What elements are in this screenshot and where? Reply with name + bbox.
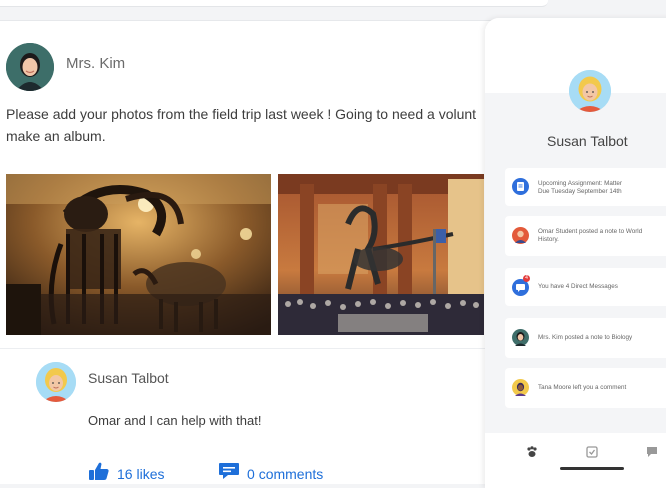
comment-button[interactable]: 0 comments — [218, 461, 323, 486]
student-avatar-icon — [512, 379, 529, 396]
comments-label: 0 comments — [247, 466, 323, 482]
feed-post-card: Mrs. Kim Please add your photos from the… — [0, 20, 520, 484]
mrs-kim-avatar[interactable] — [6, 43, 54, 91]
teacher-avatar-icon — [512, 329, 529, 346]
notification-biology[interactable]: Mrs. Kim posted a note to Biology — [505, 318, 666, 358]
paw-icon[interactable] — [525, 445, 541, 459]
thumbs-up-icon — [88, 461, 110, 486]
likes-label: 16 likes — [117, 466, 164, 482]
mammoth-skeleton-photo[interactable] — [6, 174, 271, 335]
profile-name: Susan Talbot — [547, 133, 628, 149]
assignment-icon — [512, 178, 529, 195]
profile-avatar[interactable] — [569, 70, 611, 112]
notification-line1: Omar Student posted a note to World — [538, 228, 643, 235]
notification-line2: Due Tuesday September 14th — [538, 188, 622, 195]
museum-hall-photo[interactable] — [278, 174, 484, 335]
home-indicator — [560, 467, 624, 470]
checklist-icon[interactable] — [585, 445, 601, 459]
notification-line2: History. — [538, 236, 559, 243]
notification-direct-messages[interactable]: 4 You have 4 Direct Messages — [505, 268, 666, 306]
notification-comment[interactable]: Tana Moore left you a comment — [505, 368, 666, 408]
post-author-name[interactable]: Mrs. Kim — [66, 55, 125, 72]
comments-word: comments — [258, 465, 324, 482]
notification-text: Mrs. Kim posted a note to Biology — [538, 334, 633, 341]
previous-card-edge — [0, 0, 548, 7]
like-button[interactable]: 16 likes — [88, 461, 164, 486]
reply-author-name[interactable]: Susan Talbot — [88, 370, 169, 386]
notification-text: Upcoming Assignment: Matter Due Tuesday S… — [538, 180, 666, 196]
notification-text: Tana Moore left you a comment — [538, 384, 627, 391]
comment-bubble-icon — [218, 461, 240, 486]
comments-count: 0 — [247, 465, 255, 482]
notification-assignment[interactable]: Upcoming Assignment: Matter Due Tuesday S… — [505, 168, 666, 206]
post-divider — [0, 348, 520, 349]
susan-talbot-avatar[interactable] — [36, 362, 76, 402]
notification-text: Omar Student posted a note to World Histo… — [538, 228, 666, 244]
notification-world-history[interactable]: Omar Student posted a note to World Histo… — [505, 216, 666, 256]
student-avatar-icon — [512, 227, 529, 244]
phone-preview-panel: Susan Talbot Upcoming Assignment: Matter… — [485, 18, 666, 488]
likes-count: 16 — [117, 465, 133, 482]
message-count-badge: 4 — [523, 275, 530, 282]
reply-body-text: Omar and I can help with that! — [88, 413, 262, 428]
chat-icon[interactable] — [645, 445, 661, 459]
notification-line1: Upcoming Assignment: Matter — [538, 180, 622, 187]
likes-word: likes — [136, 465, 165, 482]
post-body-text: Please add your photos from the field tr… — [6, 106, 477, 144]
phone-tab-bar — [485, 433, 666, 488]
notification-text: You have 4 Direct Messages — [538, 283, 618, 290]
